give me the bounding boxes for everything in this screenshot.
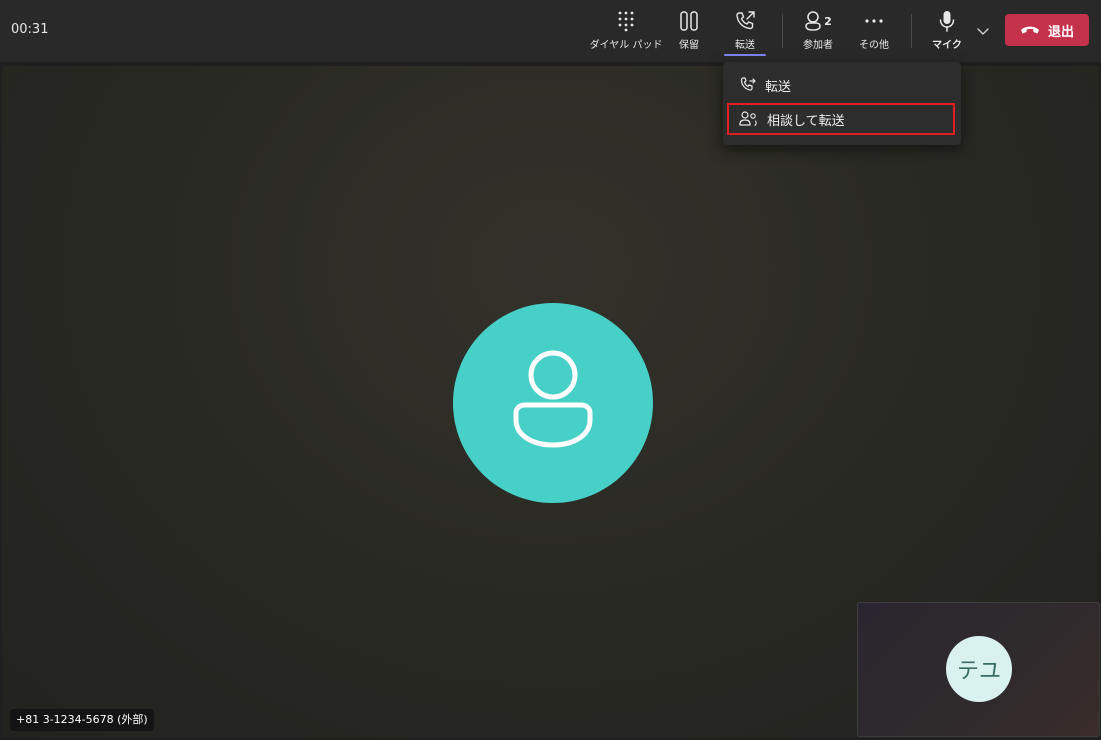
- call-transfer-icon: [740, 77, 756, 91]
- menu-item-label: 転送: [765, 79, 792, 95]
- caller-number-label: +81 3-1234-5678 (外部): [10, 709, 154, 731]
- mic-button[interactable]: マイク: [930, 8, 964, 56]
- hold-button[interactable]: 保留: [671, 8, 707, 56]
- more-button[interactable]: その他: [855, 8, 893, 56]
- toolbar-divider: [911, 14, 912, 48]
- leave-label: 退出: [1047, 24, 1074, 40]
- call-toolbar: 00:31 ダイヤル パッド 保留 転送 2 参加者 その他 マイク 退出: [0, 0, 1101, 62]
- menu-item-consult-transfer[interactable]: 相談して転送: [727, 103, 955, 135]
- menu-item-label: 相談して転送: [767, 113, 845, 129]
- pause-icon: [680, 11, 698, 31]
- transfer-label: 転送: [735, 40, 755, 51]
- participants-count: 2: [824, 14, 832, 28]
- self-avatar: テユ: [946, 636, 1012, 702]
- dialpad-icon: [618, 11, 634, 32]
- more-label: その他: [859, 40, 889, 51]
- hold-label: 保留: [679, 40, 699, 51]
- more-icon: [865, 19, 883, 23]
- self-video-tile[interactable]: テユ: [857, 602, 1100, 737]
- microphone-icon: [939, 11, 955, 32]
- menu-item-transfer[interactable]: 転送: [727, 69, 955, 101]
- phone-transfer-icon: [736, 11, 755, 30]
- dialpad-button[interactable]: ダイヤル パッド: [590, 8, 662, 56]
- consult-transfer-icon: [739, 111, 757, 127]
- leave-button[interactable]: 退出: [1005, 14, 1089, 46]
- hang-up-icon: [1020, 26, 1039, 34]
- caller-avatar: [453, 303, 653, 503]
- mic-options-button[interactable]: [974, 22, 992, 40]
- participants-button[interactable]: 2 参加者: [798, 8, 838, 56]
- participants-label: 参加者: [803, 40, 833, 51]
- transfer-menu: 転送 相談して転送: [723, 62, 961, 145]
- dialpad-label: ダイヤル パッド: [589, 40, 663, 51]
- person-icon: [805, 11, 821, 31]
- person-icon: [513, 350, 593, 448]
- transfer-button[interactable]: 転送: [722, 8, 768, 56]
- mic-label: マイク: [932, 40, 962, 51]
- call-timer: 00:31: [11, 22, 49, 37]
- toolbar-divider: [782, 14, 783, 48]
- chevron-down-icon: [977, 28, 989, 35]
